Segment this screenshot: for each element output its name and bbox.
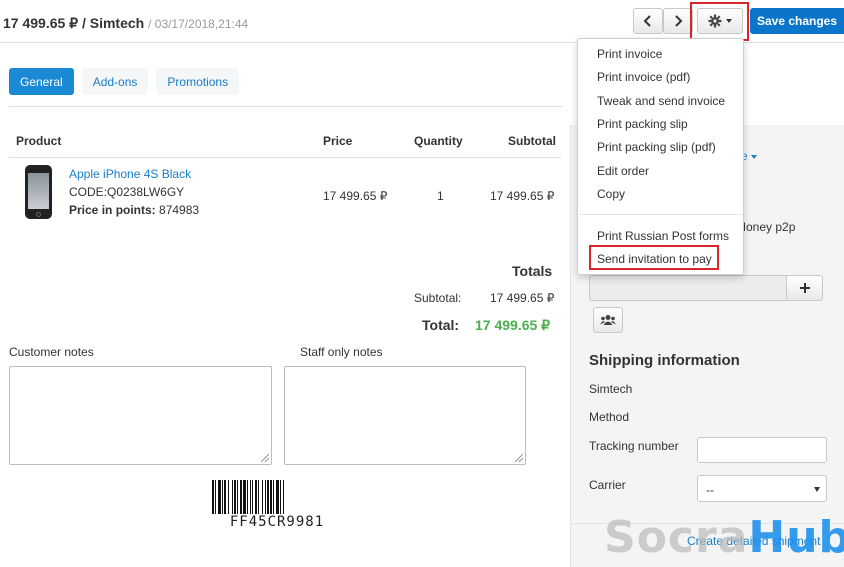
product-subtotal: 17 499.65 ₽ xyxy=(490,189,555,203)
col-header-product: Product xyxy=(16,134,62,148)
points-value: 874983 xyxy=(159,203,200,217)
socrahub-watermark: SocraHub xyxy=(604,512,844,563)
order-date: / 03/17/2018,21:44 xyxy=(148,17,249,31)
order-label: 17 499.65 ₽ / Simtech xyxy=(3,15,145,31)
customer-notes-label: Customer notes xyxy=(9,345,94,359)
settings-dropdown-menu: Print invoice Print invoice (pdf) Tweak … xyxy=(577,38,744,275)
order-title: 17 499.65 ₽ / Simtech / 03/17/2018,21:44 xyxy=(3,15,248,32)
tracking-number-input[interactable] xyxy=(697,437,827,463)
carrier-value: -- xyxy=(706,483,714,497)
tab-add-ons[interactable]: Add-ons xyxy=(81,68,149,95)
method-label: Method xyxy=(589,410,630,424)
menu-item-copy[interactable]: Copy xyxy=(597,187,625,201)
gear-highlight xyxy=(690,2,749,41)
carrier-label: Carrier xyxy=(589,478,626,492)
menu-item-print-invoice-pdf[interactable]: Print invoice (pdf) xyxy=(597,70,690,84)
chevron-left-icon xyxy=(643,15,651,27)
col-header-price: Price xyxy=(323,134,353,148)
menu-item-edit-order[interactable]: Edit order xyxy=(597,164,649,178)
tab-general[interactable]: General xyxy=(9,68,74,95)
tab-promotions[interactable]: Promotions xyxy=(156,68,240,95)
resize-grip-icon[interactable] xyxy=(515,454,523,462)
next-order-button[interactable] xyxy=(663,8,693,34)
menu-item-print-packing-slip-pdf[interactable]: Print packing slip (pdf) xyxy=(597,140,716,154)
menu-item-tweak-send-invoice[interactable]: Tweak and send invoice xyxy=(597,94,725,108)
col-header-quantity: Quantity xyxy=(414,134,463,148)
menu-divider xyxy=(579,214,743,215)
menu-item-print-russian-post-forms[interactable]: Print Russian Post forms xyxy=(597,229,729,243)
users-icon xyxy=(600,315,616,325)
users-button[interactable] xyxy=(593,307,623,333)
save-changes-button[interactable]: Save changes xyxy=(750,8,844,34)
product-quantity: 1 xyxy=(437,189,444,203)
subtotal-value: 17 499.65 ₽ xyxy=(490,291,555,305)
staff-notes-textarea[interactable] xyxy=(284,366,526,465)
customer-notes-textarea[interactable] xyxy=(9,366,272,465)
resize-grip-icon[interactable] xyxy=(261,454,269,462)
product-thumbnail[interactable] xyxy=(25,165,52,219)
payment-method-text: Money p2p xyxy=(736,220,796,234)
total-label: Total: xyxy=(422,317,460,333)
totals-heading: Totals xyxy=(512,263,553,279)
barcode-text: FF45CR9981 xyxy=(229,514,325,530)
plus-icon xyxy=(799,283,810,293)
caret-down-icon xyxy=(751,154,758,159)
product-code: CODE:Q0238LW6GY xyxy=(69,185,185,199)
menu-item-print-packing-slip[interactable]: Print packing slip xyxy=(597,117,688,131)
shipping-heading: Shipping information xyxy=(589,352,740,369)
shipping-company: Simtech xyxy=(589,382,633,396)
barcode-image xyxy=(212,480,342,514)
add-button[interactable] xyxy=(786,275,823,301)
menu-item-print-invoice[interactable]: Print invoice xyxy=(597,47,662,61)
caret-down-icon xyxy=(814,487,820,492)
staff-notes-label: Staff only notes xyxy=(300,345,383,359)
tab-bar: General Add-ons Promotions xyxy=(9,68,240,95)
tracking-number-label: Tracking number xyxy=(589,439,679,453)
payment-info-field[interactable] xyxy=(589,275,805,301)
product-points: Price in points: 874983 xyxy=(69,203,199,217)
total-value: 17 499.65 ₽ xyxy=(475,317,551,333)
table-header-divider xyxy=(9,157,561,158)
product-name-link[interactable]: Apple iPhone 4S Black xyxy=(69,167,191,181)
points-label: Price in points: xyxy=(69,203,156,217)
invitation-highlight xyxy=(589,245,719,270)
subtotal-label: Subtotal: xyxy=(414,291,462,305)
carrier-select[interactable]: -- xyxy=(697,475,827,502)
col-header-subtotal: Subtotal xyxy=(508,134,556,148)
tabs-divider xyxy=(9,106,563,107)
prev-order-button[interactable] xyxy=(633,8,663,34)
chevron-right-icon xyxy=(675,15,683,27)
product-price: 17 499.65 ₽ xyxy=(323,189,388,203)
